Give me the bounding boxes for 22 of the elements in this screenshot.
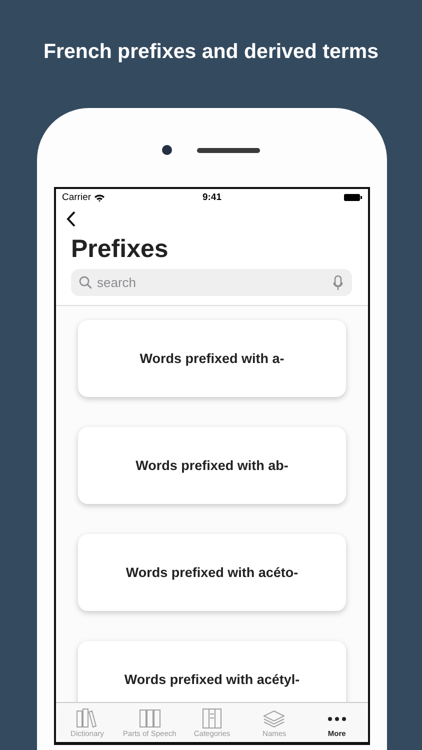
headline: French prefixes and derived terms [42, 39, 380, 65]
search-bar[interactable]: search [71, 269, 352, 296]
wifi-icon [94, 194, 106, 202]
camera-icon [162, 145, 172, 155]
more-icon [328, 716, 346, 720]
stack-icon [262, 708, 286, 729]
back-icon[interactable] [66, 210, 76, 226]
speaker-icon [197, 148, 260, 153]
page-title: Prefixes [70, 234, 170, 265]
list-card[interactable]: Words prefixed with ab- [78, 427, 346, 504]
search-icon [79, 276, 92, 289]
list-card[interactable]: Words prefixed with acétyl- [78, 641, 346, 702]
list-card[interactable]: Words prefixed with acéto- [78, 534, 346, 611]
binders-icon [138, 708, 162, 729]
microphone-icon[interactable] [333, 274, 343, 290]
search-field[interactable]: search [97, 275, 328, 290]
cabinet-icon [200, 708, 224, 729]
books-icon [75, 708, 100, 729]
carrier-label: Carrier [62, 192, 92, 203]
list-card[interactable]: Words prefixed with a- [78, 320, 346, 397]
battery-icon [344, 194, 362, 201]
clock: 9:41 [202, 192, 222, 203]
